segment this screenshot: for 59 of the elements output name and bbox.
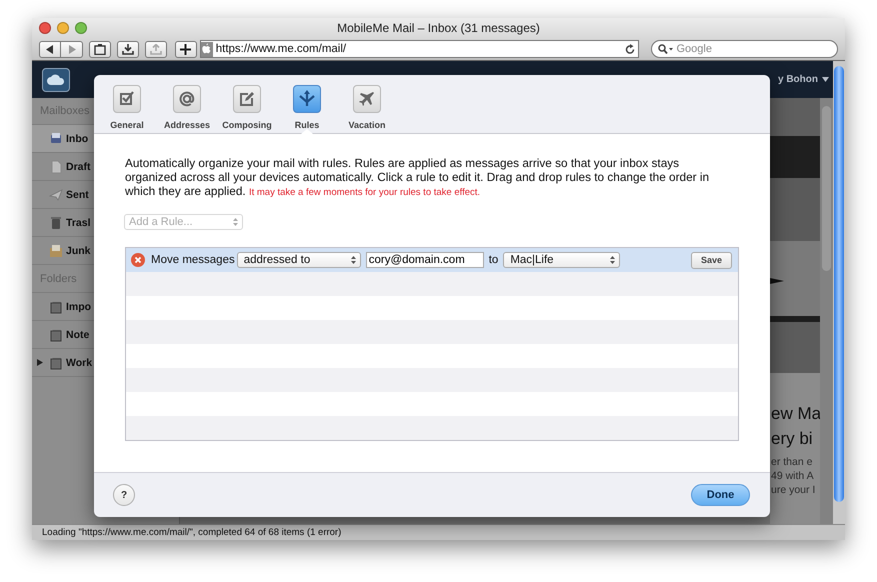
body-text: ure your I [771, 483, 816, 497]
body-text: 49 with A [771, 469, 815, 483]
done-button[interactable]: Done [691, 484, 750, 506]
paper-plane-icon [49, 188, 63, 202]
action-label: Move messages [151, 254, 235, 266]
delete-rule-button[interactable] [131, 253, 145, 267]
body-text: er than e [771, 455, 814, 469]
condition-select[interactable]: addressed to [236, 252, 361, 268]
status-text: Loading "https://www.me.com/mail/", completed 64 of 68 items (1 error) [32, 524, 845, 540]
address-field[interactable]: https://www.me.com/mail/ [200, 40, 638, 58]
trash-icon [49, 216, 63, 230]
apple-icon [200, 42, 213, 56]
window-title: MobileMe Mail – Inbox (31 messages) [337, 21, 540, 35]
folder-icon [49, 356, 63, 370]
scrollbar[interactable] [820, 98, 833, 524]
scrollbar[interactable] [834, 66, 844, 502]
cloud-icon [47, 74, 65, 85]
minimize-button[interactable] [57, 22, 69, 34]
stepper-icon [233, 218, 238, 226]
upload-icon [150, 44, 162, 54]
close-button[interactable] [39, 22, 51, 34]
download-icon [122, 44, 134, 54]
headline-text: ery bi [771, 428, 814, 450]
inbox-icon [49, 132, 63, 146]
reload-icon[interactable] [624, 44, 634, 54]
delete-icon [131, 253, 145, 267]
preferences-tab[interactable]: Composing [217, 75, 277, 133]
preferences-tab[interactable]: Vacation [337, 75, 397, 133]
forward-button[interactable] [61, 40, 83, 58]
disclosure-icon [37, 359, 43, 366]
description-text: Automatically organize your mail with rules. Rules are applied as messages arrive so that your inbox stays organized across all your devices automatically. Click a rule to edit it. Drag and drop rules to change the order in which they are applied. It may take a few moments for your rules to take effect. [125, 156, 710, 200]
add-bookmark-button[interactable] [174, 40, 197, 58]
box-icon [49, 244, 63, 258]
address-input[interactable]: cory@domain.com [366, 252, 484, 268]
tab-view-button[interactable] [89, 40, 111, 58]
stepper-icon [610, 256, 616, 264]
help-button[interactable]: ? [113, 484, 135, 506]
plus-icon [180, 44, 192, 54]
account-name: y Bohon [778, 74, 818, 85]
stepper-icon [350, 256, 356, 264]
folder-select[interactable]: Mac|Life [503, 252, 620, 268]
window-icon [94, 44, 106, 54]
account-menu[interactable]: y Bohon [778, 74, 829, 85]
download-button[interactable] [116, 40, 139, 58]
folder-icon [49, 300, 63, 314]
zoom-button[interactable] [75, 22, 87, 34]
headline-text: ew Ma [771, 403, 820, 425]
folder-icon [49, 328, 63, 342]
cloud-button[interactable] [42, 68, 70, 92]
back-icon [46, 44, 54, 54]
forward-icon [68, 44, 76, 54]
save-button[interactable]: Save [691, 252, 732, 268]
connector-label: to [488, 254, 498, 266]
back-button[interactable] [39, 40, 61, 58]
caret-icon [822, 77, 829, 82]
search-icon [658, 44, 674, 54]
url-text: https://www.me.com/mail/ [214, 43, 348, 55]
rule-row[interactable]: Move messages addressed to cory@domain.com to Mac|Life Save [126, 248, 738, 272]
search-placeholder: Google [676, 43, 712, 55]
